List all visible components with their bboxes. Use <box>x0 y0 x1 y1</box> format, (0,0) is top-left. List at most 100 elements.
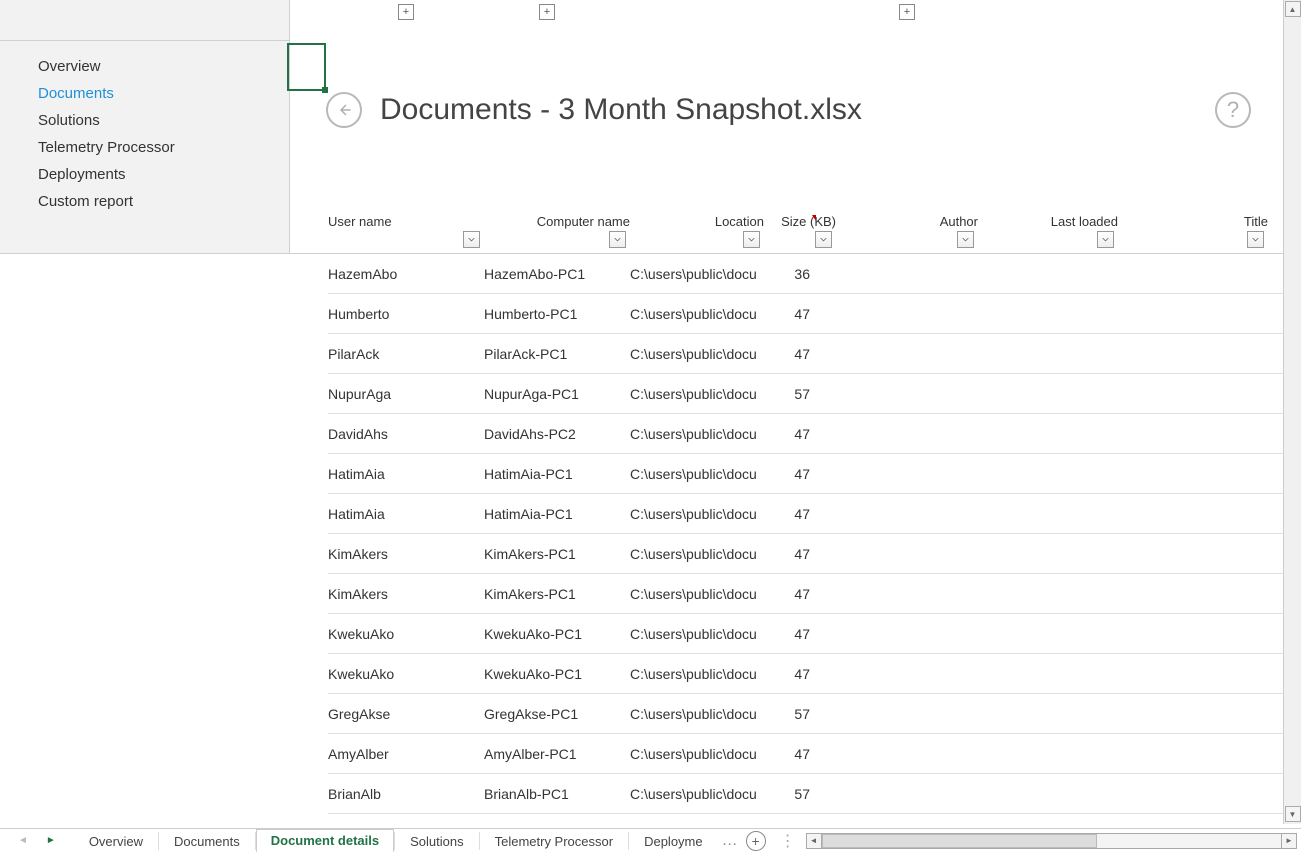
cell-computer: NupurAga-PC1 <box>484 386 630 402</box>
cell-username: AmyAlber <box>328 746 484 762</box>
cell-computer: GregAkse-PC1 <box>484 706 630 722</box>
table-row[interactable]: KwekuAkoKwekuAko-PC1C:\users\public\docu… <box>328 614 1289 654</box>
cell-computer: KimAkers-PC1 <box>484 586 630 602</box>
sort-indicator-icon <box>812 215 816 221</box>
cell-location: C:\users\public\docu <box>630 466 764 482</box>
cell-location: C:\users\public\docu <box>630 626 764 642</box>
table-row[interactable]: KwekuAkoKwekuAko-PC1C:\users\public\docu… <box>328 654 1289 694</box>
hscroll-right[interactable]: ► <box>1281 833 1297 849</box>
table-row[interactable]: BrianAlbBrianAlb-PC1C:\users\public\docu… <box>328 774 1289 814</box>
cell-username: NupurAga <box>328 386 484 402</box>
hscroll-left[interactable]: ◄ <box>806 833 822 849</box>
table-row[interactable]: NupurAgaNupurAga-PC1C:\users\public\docu… <box>328 374 1289 414</box>
cell-computer: DavidAhs-PC2 <box>484 426 630 442</box>
cell-username: DavidAhs <box>328 426 484 442</box>
hscroll-track[interactable] <box>822 833 1281 849</box>
tab-overview[interactable]: Overview <box>74 830 158 852</box>
tabs-overflow[interactable]: … <box>722 832 738 850</box>
table-row[interactable]: GregAkseGregAkse-PC1C:\users\public\docu… <box>328 694 1289 734</box>
filter-title[interactable] <box>1247 231 1264 248</box>
table-row[interactable]: AmyAlberAmyAlber-PC1C:\users\public\docu… <box>328 734 1289 774</box>
help-icon: ? <box>1227 97 1239 123</box>
cell-size: 36 <box>764 266 836 282</box>
filter-lastloaded[interactable] <box>1097 231 1114 248</box>
col-header-size: Size (KB) <box>764 214 836 229</box>
vscroll-up[interactable]: ▲ <box>1285 1 1301 17</box>
cell-username: HazemAbo <box>328 266 484 282</box>
cell-size: 47 <box>764 626 836 642</box>
cell-location: C:\users\public\docu <box>630 786 764 802</box>
tab-document-details[interactable]: Document details <box>256 829 394 852</box>
vscroll[interactable]: ▲ ▼ <box>1283 0 1301 824</box>
col-header-location: Location <box>630 214 764 229</box>
table-row[interactable]: HazemAboHazemAbo-PC1C:\users\public\docu… <box>328 254 1289 294</box>
cell-username: KwekuAko <box>328 666 484 682</box>
cell-size: 47 <box>764 306 836 322</box>
cell-computer: KwekuAko-PC1 <box>484 626 630 642</box>
cell-size: 47 <box>764 506 836 522</box>
cell-location: C:\users\public\docu <box>630 586 764 602</box>
tab-deployme[interactable]: Deployme <box>629 830 718 852</box>
cell-size: 47 <box>764 466 836 482</box>
vscroll-down[interactable]: ▼ <box>1285 806 1301 822</box>
tab-telemetry-processor[interactable]: Telemetry Processor <box>480 830 628 852</box>
filter-username[interactable] <box>463 231 480 248</box>
cell-size: 47 <box>764 346 836 362</box>
cell-computer: AmyAlber-PC1 <box>484 746 630 762</box>
table-row[interactable]: KimAkersKimAkers-PC1C:\users\public\docu… <box>328 574 1289 614</box>
outline-expand-1[interactable]: + <box>398 4 414 20</box>
cell-computer: KwekuAko-PC1 <box>484 666 630 682</box>
cell-username: KimAkers <box>328 586 484 602</box>
sidebar-item-solutions[interactable]: Solutions <box>38 107 289 134</box>
col-header-lastloaded: Last loaded <box>978 214 1118 229</box>
filter-location[interactable] <box>743 231 760 248</box>
cell-computer: HatimAia-PC1 <box>484 466 630 482</box>
cell-computer: HatimAia-PC1 <box>484 506 630 522</box>
cell-size: 57 <box>764 386 836 402</box>
cell-location: C:\users\public\docu <box>630 386 764 402</box>
header-area: + + + Documents - 3 Month Snapshot.xlsx … <box>290 0 1301 254</box>
new-sheet-button[interactable]: + <box>746 831 766 851</box>
cell-computer: KimAkers-PC1 <box>484 546 630 562</box>
cell-username: PilarAck <box>328 346 484 362</box>
table-row[interactable]: DavidAhsDavidAhs-PC2C:\users\public\docu… <box>328 414 1289 454</box>
cell-size: 57 <box>764 706 836 722</box>
col-header-author: Author <box>836 214 978 229</box>
table-row[interactable]: KimAkersKimAkers-PC1C:\users\public\docu… <box>328 534 1289 574</box>
data-grid[interactable]: HazemAboHazemAbo-PC1C:\users\public\docu… <box>0 254 1301 828</box>
cell-size: 47 <box>764 666 836 682</box>
back-button[interactable] <box>326 92 362 128</box>
table-row[interactable]: HumbertoHumberto-PC1C:\users\public\docu… <box>328 294 1289 334</box>
col-header-username: User name <box>328 214 484 229</box>
sidebar-item-documents[interactable]: Documents <box>38 80 289 107</box>
filter-author[interactable] <box>957 231 974 248</box>
sidebar-item-custom-report[interactable]: Custom report <box>38 188 289 215</box>
cell-location: C:\users\public\docu <box>630 666 764 682</box>
outline-expand-3[interactable]: + <box>899 4 915 20</box>
cell-username: HatimAia <box>328 466 484 482</box>
cell-location: C:\users\public\docu <box>630 266 764 282</box>
sidebar-item-telemetry-processor[interactable]: Telemetry Processor <box>38 134 289 161</box>
tab-solutions[interactable]: Solutions <box>395 830 478 852</box>
outline-expand-2[interactable]: + <box>539 4 555 20</box>
cell-username: KimAkers <box>328 546 484 562</box>
hscroll-thumb[interactable] <box>822 834 1098 848</box>
filter-computer[interactable] <box>609 231 626 248</box>
table-row[interactable]: PilarAckPilarAck-PC1C:\users\public\docu… <box>328 334 1289 374</box>
cell-computer: Humberto-PC1 <box>484 306 630 322</box>
cell-size: 47 <box>764 586 836 602</box>
filter-size[interactable] <box>815 231 832 248</box>
table-row[interactable]: HatimAiaHatimAia-PC1C:\users\public\docu… <box>328 454 1289 494</box>
sidebar-item-overview[interactable]: Overview <box>38 53 289 80</box>
selected-cell[interactable] <box>287 43 326 91</box>
sidebar-item-deployments[interactable]: Deployments <box>38 161 289 188</box>
tab-documents[interactable]: Documents <box>159 830 255 852</box>
sheet-nav-next[interactable]: ► <box>46 835 56 846</box>
sheet-nav-prev[interactable]: ◄ <box>18 835 28 846</box>
cell-location: C:\users\public\docu <box>630 706 764 722</box>
cell-computer: BrianAlb-PC1 <box>484 786 630 802</box>
table-row[interactable]: HatimAiaHatimAia-PC1C:\users\public\docu… <box>328 494 1289 534</box>
cell-size: 47 <box>764 426 836 442</box>
cell-size: 47 <box>764 546 836 562</box>
help-button[interactable]: ? <box>1215 92 1251 128</box>
